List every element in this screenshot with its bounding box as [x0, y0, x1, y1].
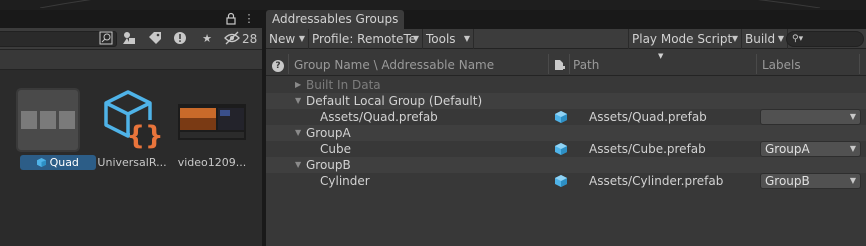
hidden-packages-icon[interactable] [224, 31, 240, 47]
lock-icon[interactable] [224, 12, 238, 26]
top-strip [0, 0, 866, 10]
tab-addressables-groups[interactable]: Addressables Groups [266, 10, 405, 29]
collapse-icon[interactable]: ▼ [295, 125, 301, 141]
chevron-down-icon: ▼ [463, 34, 470, 43]
search-by-type-icon[interactable] [98, 31, 114, 47]
tree-row-entry[interactable]: Cylinder Assets/Cylinder.prefab GroupB ▼ [266, 173, 866, 189]
column-path[interactable]: Path [573, 50, 599, 76]
script-asset-icon: {} [100, 88, 164, 152]
labels-dropdown[interactable]: GroupB ▼ [760, 173, 861, 189]
asset-item-universal-render[interactable]: {} UniversalR... [92, 80, 172, 170]
chevron-down-icon: ▼ [777, 34, 784, 43]
asset-item-video[interactable]: video1209... [172, 80, 252, 170]
prefab-icon [37, 158, 47, 167]
tree-row-entry[interactable]: Assets/Quad.prefab Assets/Quad.prefab ▼ [266, 109, 866, 125]
chevron-down-icon: ▼ [298, 34, 305, 43]
hidden-count: 28 [242, 32, 258, 46]
group-tree: ▶ Built In Data ▼ Default Local Group (D… [266, 77, 866, 246]
expand-icon[interactable]: ▶ [295, 77, 301, 93]
asset-label: video1209... [177, 156, 247, 169]
prefab-thumbnail [16, 88, 80, 152]
addressables-panel: Addressables Groups New ▼ Profile: Remote… [266, 10, 866, 246]
chevron-down-icon: ▼ [849, 176, 856, 185]
asset-label: UniversalR... [97, 156, 167, 169]
addressables-search-input[interactable]: ⚲▾ [786, 31, 864, 47]
warning-icon[interactable] [172, 31, 188, 47]
labels-dropdown[interactable]: GroupA ▼ [760, 141, 861, 157]
project-toolbar: ★ 28 [0, 28, 262, 50]
addressables-toolbar: New ▼ Profile: RemoteTe ▼ Tools ▼ Play Mode… [266, 29, 866, 49]
column-header: ? Group Name \ Addressable Name Path ▼ L… [266, 50, 866, 76]
asset-grid: Quad {} UniversalR... video1209... [0, 70, 262, 246]
prefab-icon [555, 175, 567, 187]
filter-by-label-icon[interactable] [121, 31, 137, 47]
search-icon: ⚲▾ [792, 34, 804, 44]
chevron-down-icon: ▼ [412, 34, 419, 43]
tree-row-entry[interactable]: Cube Assets/Cube.prefab GroupA ▼ [266, 141, 866, 157]
tree-row-group[interactable]: ▼ Default Local Group (Default) [266, 93, 866, 109]
collapse-icon[interactable]: ▼ [295, 157, 301, 173]
prefab-icon [555, 143, 567, 155]
sort-descending-icon: ▼ [658, 52, 664, 60]
prefab-icon [555, 111, 567, 123]
svg-text:{}: {} [126, 121, 163, 151]
chevron-down-icon: ▼ [849, 112, 856, 121]
labels-dropdown[interactable]: ▼ [760, 109, 861, 125]
document-icon [555, 60, 565, 70]
chevron-down-icon: ▼ [731, 34, 738, 43]
profile-dropdown[interactable]: Profile: RemoteTe ▼ [309, 29, 423, 49]
new-dropdown[interactable]: New ▼ [266, 29, 309, 49]
help-icon[interactable]: ? [272, 60, 284, 72]
tree-row-group[interactable]: ▼ GroupA [266, 125, 866, 141]
asset-item-quad[interactable]: Quad [8, 80, 96, 170]
star-icon[interactable]: ★ [199, 31, 215, 47]
play-mode-script-dropdown[interactable]: Play Mode Script ▼ [628, 29, 742, 49]
chevron-down-icon: ▼ [849, 144, 856, 153]
tree-row-group[interactable]: ▶ Built In Data [266, 77, 866, 93]
addressables-tabbar: Addressables Groups [266, 10, 866, 29]
tools-dropdown[interactable]: Tools ▼ [423, 29, 474, 49]
project-tabbar: ⋮ [0, 10, 262, 28]
project-breadcrumb [0, 50, 262, 70]
video-thumbnail [178, 104, 246, 140]
column-group-name[interactable]: Group Name \ Addressable Name [294, 50, 494, 76]
tag-icon[interactable] [147, 31, 163, 47]
project-panel: ⋮ ★ 28 Quad {} UniversalR... video1209..… [0, 10, 262, 246]
scene-grid-arc [39, 0, 821, 8]
column-labels[interactable]: Labels [762, 50, 801, 76]
menu-icon[interactable]: ⋮ [242, 12, 256, 26]
asset-label: Quad [20, 155, 96, 170]
tree-row-group[interactable]: ▼ GroupB [266, 157, 866, 173]
build-dropdown[interactable]: Build ▼ [742, 29, 788, 49]
collapse-icon[interactable]: ▼ [295, 93, 301, 109]
